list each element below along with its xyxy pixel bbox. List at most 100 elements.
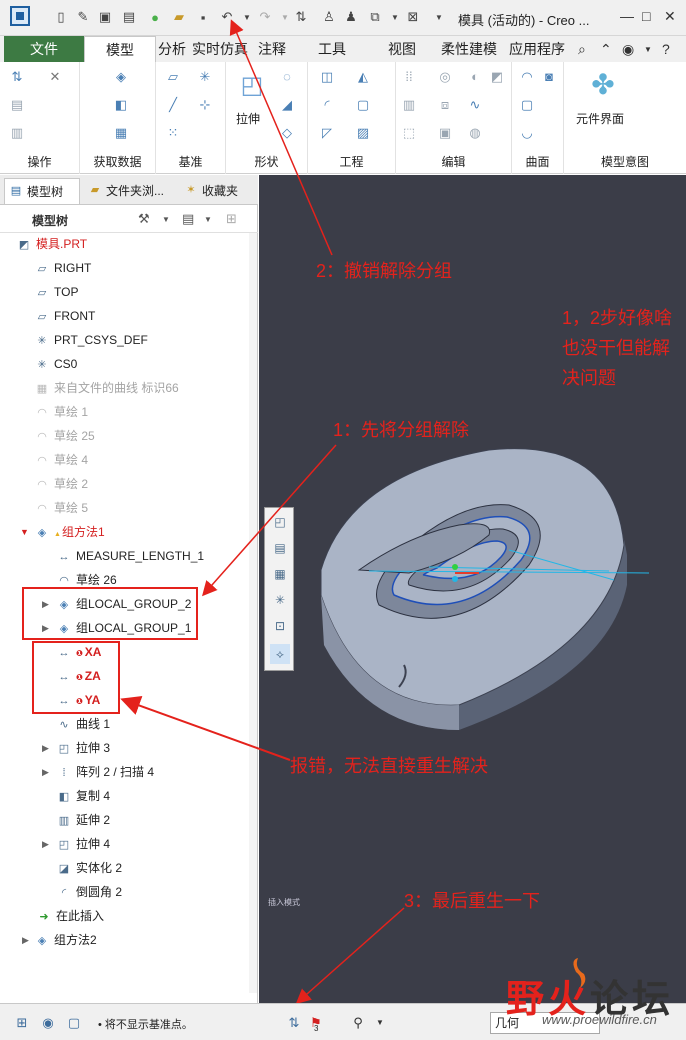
tree-item[interactable]: ✳ PRT_CSYS_DEF <box>34 329 147 351</box>
group-label-get-data[interactable]: 获取数据 <box>80 153 155 170</box>
tree-item[interactable]: ◰ 拉伸 4 <box>56 833 110 855</box>
tab-annotate[interactable]: 注释 <box>252 36 292 62</box>
undo-icon[interactable]: ↶ <box>218 8 236 26</box>
tool2-icon[interactable]: ♟ <box>342 8 360 26</box>
community-dropdown-icon[interactable]: ▼ <box>644 45 652 54</box>
tab-favorites[interactable]: ✶ 收藏夹 <box>180 178 252 204</box>
tree-item[interactable]: ⁞ 阵列 2 / 扫描 4 <box>56 761 154 783</box>
view-manager-icon[interactable]: ▤ <box>270 538 290 558</box>
copy-tool-icon[interactable]: ▤ <box>8 96 26 114</box>
tab-model-tree[interactable]: ▤ 模型树 <box>4 178 80 204</box>
chamfer-icon[interactable]: ◸ <box>318 124 336 142</box>
close-icon[interactable]: ✕ <box>664 8 676 25</box>
tab-live-simulation[interactable]: 实时仿真 <box>188 36 252 62</box>
sketch-tool-icon[interactable]: ⊹ <box>196 96 214 114</box>
tree-settings-icon[interactable]: ⚒ <box>138 211 150 227</box>
tree-expander[interactable]: ▶ <box>22 935 29 946</box>
tab-tools[interactable]: 工具 <box>300 36 364 62</box>
round-tool-icon[interactable]: ◜ <box>318 96 336 114</box>
search-icon[interactable]: ⌕ <box>578 41 586 58</box>
hole-icon[interactable]: ◫ <box>318 68 336 86</box>
tree-item[interactable]: ◜ 倒圆角 2 <box>56 881 122 903</box>
sweep-icon[interactable]: ◢ <box>278 96 296 114</box>
mirror-icon[interactable]: ◎ <box>436 68 454 86</box>
offset-icon[interactable]: ◩ <box>488 68 506 86</box>
tree-columns-dropdown-icon[interactable]: ▼ <box>204 215 212 224</box>
datum-display-icon[interactable]: ✳ <box>270 590 290 610</box>
style-icon[interactable]: ◙ <box>540 68 558 86</box>
tree-item[interactable]: ◠ 草绘 2 <box>34 473 88 495</box>
tree-item[interactable]: ▱ FRONT <box>34 305 96 327</box>
tree-item[interactable]: ◰ 拉伸 3 <box>56 737 110 759</box>
orient-icon[interactable]: ◰ <box>270 512 290 532</box>
close-window-icon[interactable]: ⊠ <box>404 8 422 26</box>
tab-model[interactable]: 模型 <box>84 36 156 62</box>
tree-item[interactable]: ▦ 来自文件的曲线 标识66 <box>34 377 179 399</box>
rib-icon[interactable]: ▨ <box>354 124 372 142</box>
solidify-tool-icon[interactable]: ▣ <box>436 124 454 142</box>
tree-item[interactable]: ◈ ▲组方法1 <box>34 521 105 543</box>
tab-applications[interactable]: 应用程序 <box>504 36 570 62</box>
project-icon[interactable]: ∿ <box>466 96 484 114</box>
tree-expander[interactable]: ▶ <box>42 767 49 778</box>
tab-folder-browser[interactable]: ▰ 文件夹浏... <box>84 178 176 204</box>
layout-icon[interactable]: ⊞ <box>12 1013 32 1033</box>
customize-qa-icon[interactable]: ▼ <box>430 8 448 26</box>
find-dropdown-icon[interactable]: ▼ <box>370 1013 390 1033</box>
spin-center-icon[interactable]: ⊡ <box>270 616 290 636</box>
tree-item[interactable]: ◠ 草绘 5 <box>34 497 88 519</box>
tab-flexible-modeling[interactable]: 柔性建模 <box>436 36 502 62</box>
component-interface-icon[interactable]: ✤ <box>586 68 620 102</box>
annotation-display-icon[interactable]: ⟡ <box>270 644 290 664</box>
freestyle-icon[interactable]: ◡ <box>518 124 536 142</box>
tree-item[interactable]: ▱ RIGHT <box>34 257 92 279</box>
extrude-tool-icon[interactable]: ◰ <box>238 72 266 100</box>
minimize-ribbon-icon[interactable]: ⌃ <box>600 41 612 58</box>
save-icon[interactable]: ▣ <box>96 8 114 26</box>
regenerate-status-icon[interactable]: ⇅ <box>284 1013 304 1033</box>
save-copy-icon[interactable]: ▤ <box>120 8 138 26</box>
blend-icon[interactable]: ◇ <box>278 124 296 142</box>
tree-item[interactable]: ◧ 复制 4 <box>56 785 110 807</box>
tree-settings-dropdown-icon[interactable]: ▼ <box>162 215 170 224</box>
extend-tool-icon[interactable]: ▥ <box>400 96 418 114</box>
tree-item[interactable]: ◠ 草绘 25 <box>34 425 95 447</box>
tab-view[interactable]: 视图 <box>372 36 432 62</box>
group-label-model-intent[interactable]: 模型意图 <box>564 153 686 170</box>
minimize-icon[interactable]: — <box>620 8 634 24</box>
tree-expander[interactable]: ▶ <box>42 743 49 754</box>
point-icon[interactable]: ⁙ <box>164 124 182 142</box>
tree-expander[interactable]: ▼ <box>20 527 29 537</box>
tree-item[interactable]: ◪ 实体化 2 <box>56 857 122 879</box>
tree-item[interactable]: ↔ MEASURE_LENGTH_1 <box>56 545 205 567</box>
copy-geometry-icon[interactable]: ◧ <box>112 96 130 114</box>
tree-scrollbar[interactable] <box>249 233 257 993</box>
shell-icon[interactable]: ▢ <box>354 96 372 114</box>
plane-icon[interactable]: ▱ <box>164 68 182 86</box>
open-folder-icon[interactable]: ▰ <box>170 8 188 26</box>
fullscreen-icon[interactable]: ▢ <box>64 1013 84 1033</box>
group-label-surfaces[interactable]: 曲面 <box>512 153 563 170</box>
tree-expander[interactable]: ▶ <box>42 839 49 850</box>
tree-item[interactable]: ▱ TOP <box>34 281 79 303</box>
tree-item[interactable]: ◠ 草绘 4 <box>34 449 88 471</box>
group-label-datum[interactable]: 基准 <box>156 153 225 170</box>
maximize-icon[interactable]: □ <box>642 8 650 24</box>
csys-tool-icon[interactable]: ✳ <box>196 68 214 86</box>
boundary-blend-icon[interactable]: ◠ <box>518 68 536 86</box>
tree-item[interactable]: ◩ 模具.PRT <box>16 233 87 255</box>
component-interface-label[interactable]: 元件界面 <box>576 110 624 127</box>
regenerate-icon[interactable]: ⇅ <box>292 8 310 26</box>
pattern-tool-icon[interactable]: ⁞⁞ <box>400 68 418 86</box>
paste-tool-icon[interactable]: ▥ <box>8 124 26 142</box>
tree-item[interactable]: ➜ 在此插入 <box>36 905 104 927</box>
tree-item[interactable]: ◈ 组方法2 <box>34 929 97 951</box>
thicken-icon[interactable]: ⬚ <box>400 124 418 142</box>
tree-item[interactable]: ✳ CS0 <box>34 353 77 375</box>
draft-icon[interactable]: ◭ <box>354 68 372 86</box>
tree-columns-icon[interactable]: ▤ <box>182 211 194 227</box>
fill-icon[interactable]: ▢ <box>518 96 536 114</box>
display-style-icon[interactable]: ▦ <box>270 564 290 584</box>
user-defined-feature-icon[interactable]: ◈ <box>112 68 130 86</box>
regenerate-ball-icon[interactable]: ● <box>146 8 164 26</box>
